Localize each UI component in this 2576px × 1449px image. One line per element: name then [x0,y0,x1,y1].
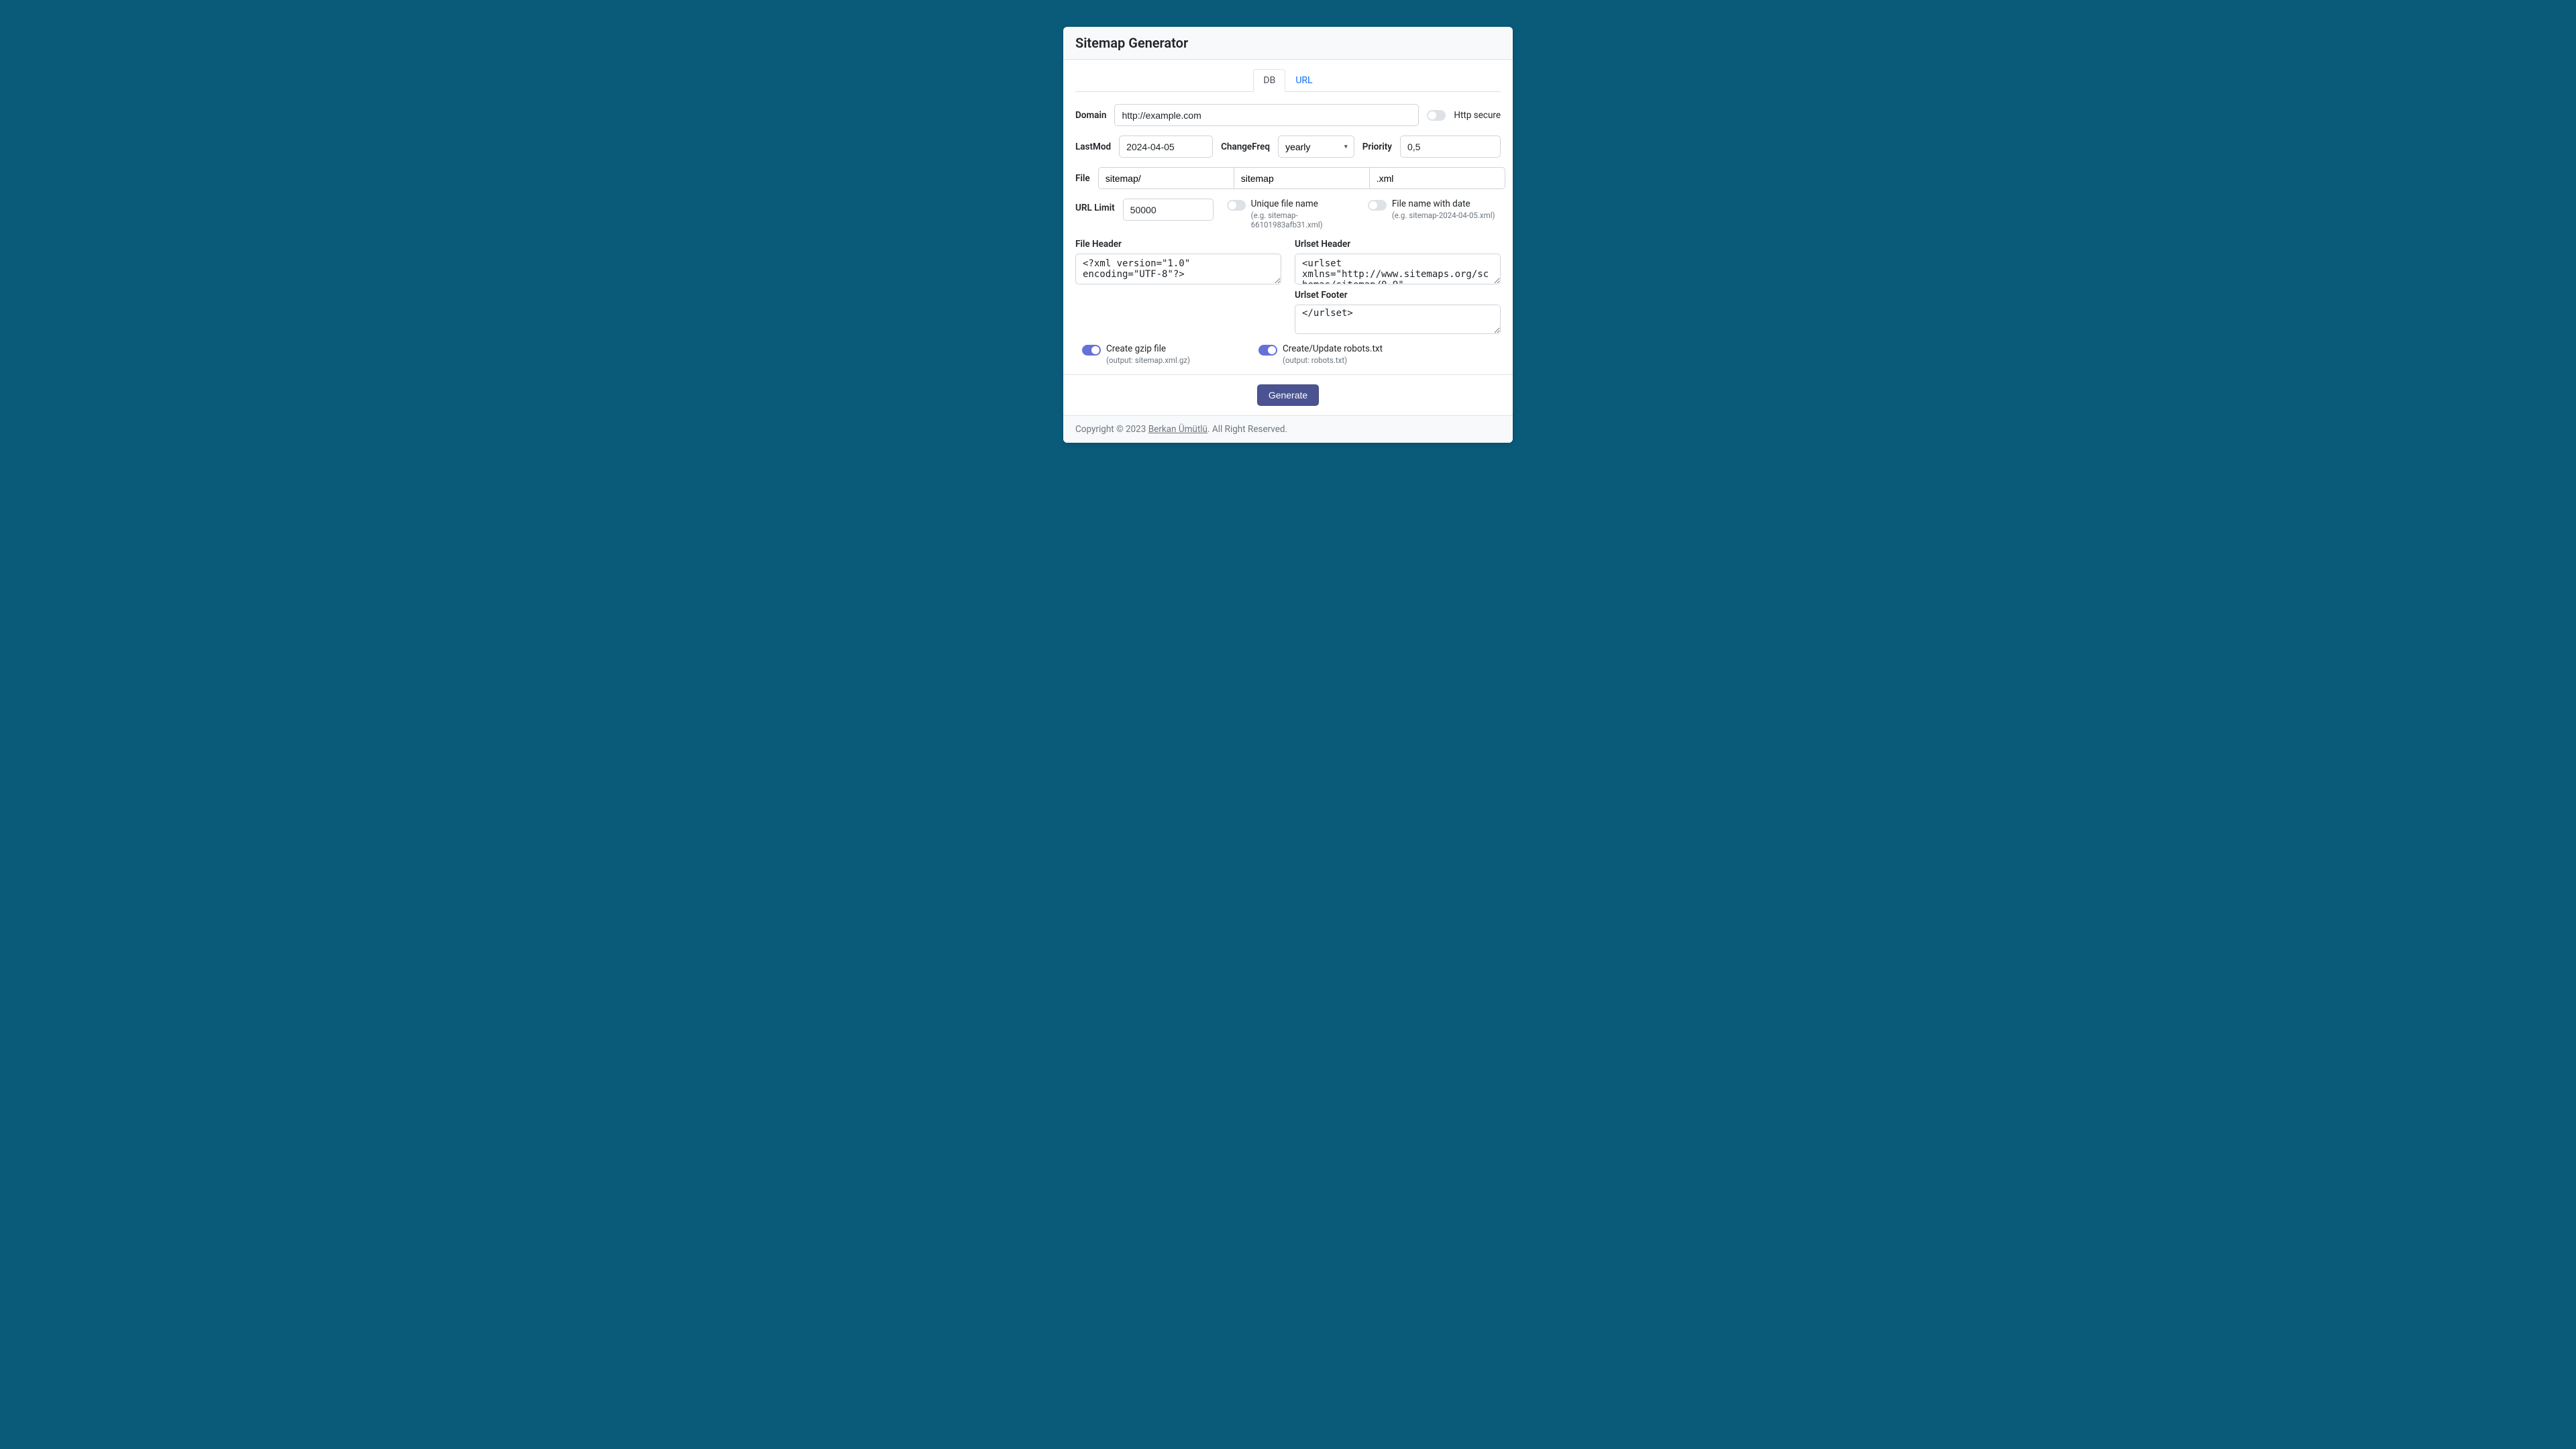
page-title: Sitemap Generator [1075,35,1501,51]
copyright-pre: Copyright © 2023 [1075,424,1148,435]
file-name-input[interactable] [1234,167,1370,189]
card-header: Sitemap Generator [1063,27,1513,60]
robots-label: Create/Update robots.txt [1283,343,1383,354]
card: Sitemap Generator DB URL Domain Http sec… [1063,27,1513,443]
unique-filename-help: (e.g. sitemap-66101983afb31.xml) [1251,211,1360,229]
card-footer: Copyright © 2023 Berkan Ümütlü. All Righ… [1063,415,1513,443]
lastmod-label: LastMod [1075,142,1111,152]
gzip-toggle[interactable] [1082,345,1101,356]
http-secure-toggle[interactable] [1427,110,1446,121]
http-secure-label: Http secure [1454,110,1501,121]
filename-date-label: File name with date [1392,199,1495,209]
robots-help: (output: robots.txt) [1283,356,1383,365]
gzip-label: Create gzip file [1106,343,1190,354]
urllimit-input[interactable] [1123,199,1214,221]
file-label: File [1075,173,1090,184]
priority-input[interactable] [1400,136,1501,158]
priority-label: Priority [1362,142,1392,152]
copyright-post: . All Right Reserved. [1208,424,1287,435]
gzip-help: (output: sitemap.xml.gz) [1106,356,1190,365]
robots-toggle[interactable] [1258,345,1277,356]
tab-url[interactable]: URL [1285,69,1322,92]
urlset-header-label: Urlset Header [1295,239,1501,250]
tabs: DB URL [1075,69,1501,92]
urlset-footer-textarea[interactable] [1295,305,1501,334]
tab-db[interactable]: DB [1253,69,1285,92]
unique-filename-toggle[interactable] [1227,200,1246,211]
card-body: DB URL Domain Http secure LastMod Change… [1063,60,1513,415]
file-ext-input[interactable] [1370,167,1505,189]
domain-label: Domain [1075,110,1106,121]
changefreq-select[interactable]: yearly [1278,136,1354,158]
filename-date-toggle[interactable] [1368,200,1387,211]
file-header-textarea[interactable] [1075,254,1281,284]
author-link[interactable]: Berkan Ümütlü [1148,424,1208,435]
domain-input[interactable] [1114,104,1419,126]
urlset-footer-label: Urlset Footer [1295,290,1501,301]
lastmod-input[interactable] [1119,136,1213,158]
urllimit-label: URL Limit [1075,203,1115,213]
generate-button[interactable]: Generate [1257,384,1319,406]
filename-date-help: (e.g. sitemap-2024-04-05.xml) [1392,211,1495,220]
unique-filename-label: Unique file name [1251,199,1360,209]
file-prefix-input[interactable] [1098,167,1234,189]
urlset-header-textarea[interactable] [1295,254,1501,284]
changefreq-label: ChangeFreq [1221,142,1270,152]
file-header-label: File Header [1075,239,1281,250]
